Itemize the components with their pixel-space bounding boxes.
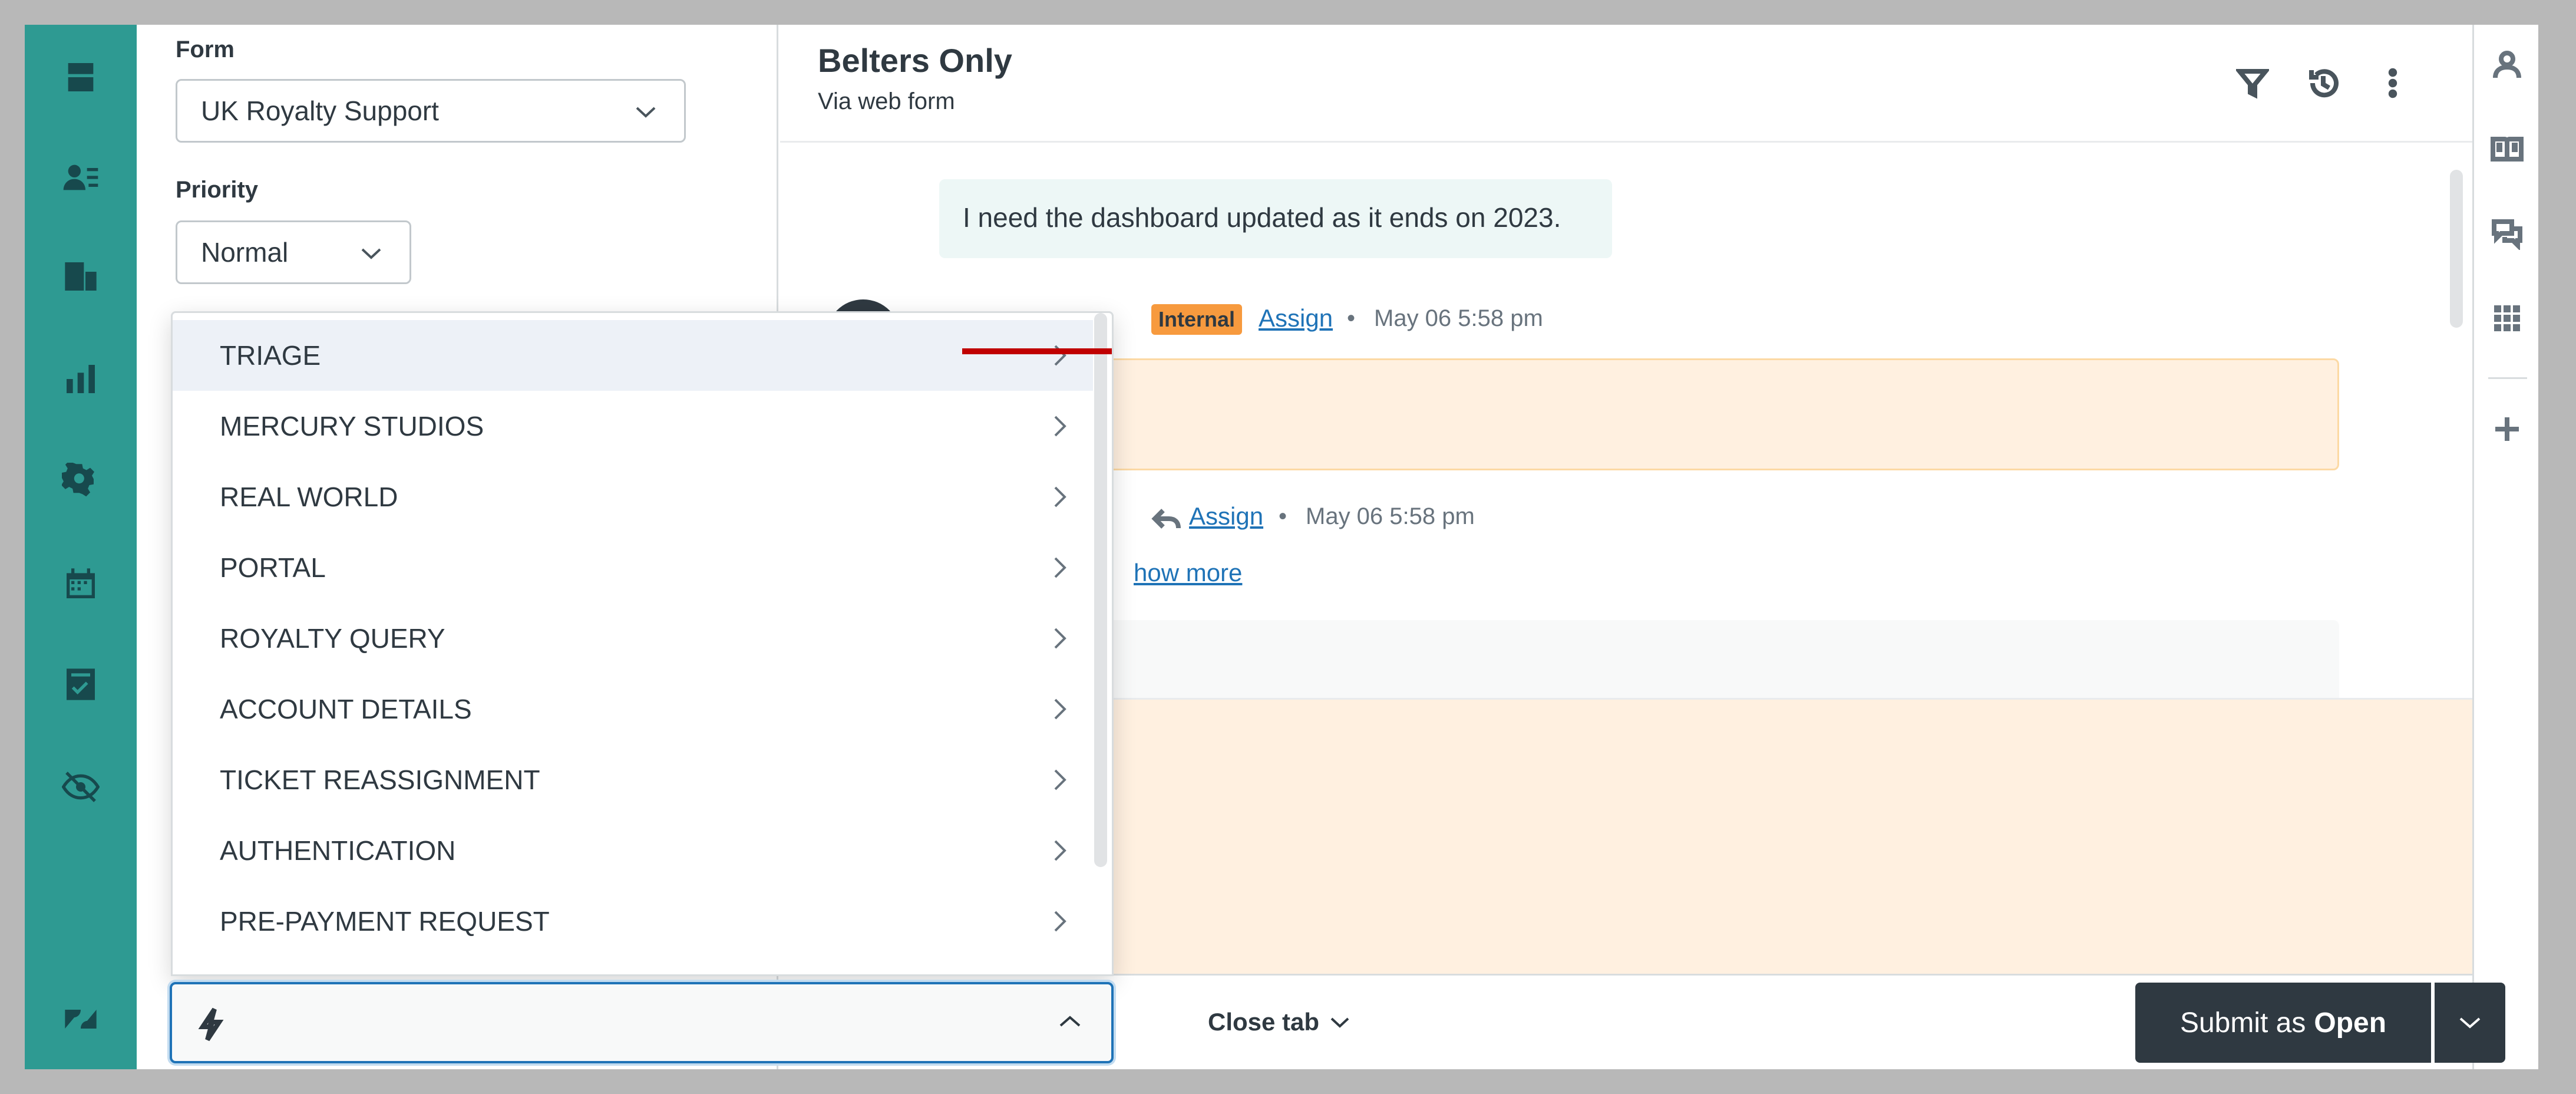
- event-timestamp: May 06 5:58 pm: [1374, 305, 1543, 331]
- chevron-down-icon: [361, 248, 381, 259]
- history-icon[interactable]: [2301, 61, 2345, 105]
- form-select-value: UK Royalty Support: [201, 95, 439, 126]
- customers-icon[interactable]: [59, 156, 103, 199]
- assign-link[interactable]: Assign: [1259, 304, 1333, 332]
- internal-note: [1081, 358, 2339, 470]
- calendar-icon[interactable]: [59, 562, 103, 606]
- sidebar-divider: [2488, 377, 2527, 379]
- menu-item-label: MERCURY STUDIOS: [220, 411, 484, 441]
- screenshot-frame: Form UK Royalty Support Priority Normal …: [0, 0, 2576, 1094]
- menu-item-label: REAL WORLD: [220, 482, 398, 512]
- chevron-down-icon: [2459, 1017, 2481, 1029]
- customer-message-bubble: I need the dashboard updated as it ends …: [939, 179, 1612, 258]
- menu-item-label: TICKET REASSIGNMENT: [220, 765, 540, 795]
- menu-item-label: TRIAGE: [220, 340, 321, 371]
- user-icon[interactable]: [2488, 46, 2526, 84]
- menu-item-mercury-studios[interactable]: MERCURY STUDIOS: [173, 391, 1093, 462]
- filter-icon[interactable]: [2231, 61, 2274, 105]
- menu-item-label: PORTAL: [220, 552, 326, 583]
- menu-item-ticket-reassignment[interactable]: TICKET REASSIGNMENT: [173, 744, 1093, 815]
- reporting-icon[interactable]: [59, 357, 103, 401]
- menu-scrollbar[interactable]: [1094, 313, 1107, 867]
- message-body: [1081, 620, 2339, 703]
- close-tab-label: Close tab: [1208, 1008, 1320, 1036]
- chevron-up-icon[interactable]: [1058, 1013, 1082, 1030]
- menu-item-triage[interactable]: TRIAGE: [173, 320, 1093, 391]
- menu-item-label: PRE-PAYMENT REQUEST: [220, 906, 550, 937]
- menu-item-label: AUTHENTICATION: [220, 835, 456, 866]
- annotation-arrow-icon: [962, 348, 1112, 354]
- ticket-header: Belters Only Via web form: [780, 25, 2472, 143]
- menu-item-label: ACCOUNT DETAILS: [220, 694, 472, 724]
- context-sidebar: [2472, 25, 2538, 1069]
- ticket-channel: Via web form: [818, 88, 955, 114]
- chevron-down-icon: [1330, 1017, 1349, 1028]
- chevron-right-icon: [1054, 840, 1066, 861]
- form-select[interactable]: UK Royalty Support: [176, 79, 686, 143]
- apply-macro-field[interactable]: [170, 982, 1114, 1063]
- chevron-right-icon: [1054, 486, 1066, 508]
- submit-button[interactable]: Submit as Open: [2135, 983, 2431, 1063]
- knowledge-book-icon[interactable]: [2488, 131, 2526, 169]
- menu-item-account-details[interactable]: ACCOUNT DETAILS: [173, 674, 1093, 744]
- more-options-icon[interactable]: [2371, 61, 2415, 105]
- hidden-eye-icon[interactable]: [59, 765, 103, 809]
- chevron-down-icon: [636, 107, 656, 118]
- form-label: Form: [176, 37, 235, 62]
- left-nav: [25, 25, 137, 1069]
- agent-workspace: Form UK Royalty Support Priority Normal …: [25, 25, 2538, 1069]
- chevron-right-icon: [1054, 911, 1066, 932]
- reply-icon: [1151, 506, 1182, 534]
- submit-status: Open: [2314, 1007, 2387, 1039]
- chevron-right-icon: [1054, 628, 1066, 649]
- menu-item-pre-payment-request[interactable]: PRE-PAYMENT REQUEST: [173, 886, 1093, 957]
- menu-item-royalty-query[interactable]: ROYALTY QUERY: [173, 603, 1093, 674]
- separator-dot: •: [1347, 305, 1356, 331]
- priority-select-value: Normal: [201, 237, 289, 268]
- inbox-icon[interactable]: [59, 55, 103, 99]
- internal-badge: Internal: [1151, 304, 1243, 335]
- chevron-right-icon: [1054, 698, 1066, 720]
- submit-prefix: Submit as: [2179, 1007, 2306, 1039]
- event-timestamp: May 06 5:58 pm: [1306, 503, 1475, 529]
- chevron-right-icon: [1054, 769, 1066, 790]
- menu-item-authentication[interactable]: AUTHENTICATION: [173, 815, 1093, 886]
- ticket-title: Belters Only: [818, 42, 1012, 79]
- macro-menu: TRIAGE MERCURY STUDIOS REAL WORLD PORTAL…: [171, 311, 1114, 976]
- add-icon[interactable]: [2488, 410, 2526, 448]
- conversation-scrollbar[interactable]: [2450, 170, 2463, 328]
- menu-item-real-world[interactable]: REAL WORLD: [173, 462, 1093, 532]
- organizations-icon[interactable]: [59, 255, 103, 298]
- chevron-right-icon: [1054, 416, 1066, 437]
- chevron-right-icon: [1054, 557, 1066, 578]
- separator-dot: •: [1279, 503, 1287, 529]
- zendesk-logo-icon[interactable]: [59, 997, 103, 1041]
- settings-icon[interactable]: [59, 460, 103, 503]
- checklist-icon[interactable]: [59, 663, 103, 706]
- show-more-link[interactable]: how more: [1134, 559, 1242, 587]
- submit-options-button[interactable]: [2435, 983, 2505, 1063]
- priority-label: Priority: [176, 177, 259, 203]
- assign-link[interactable]: Assign: [1189, 502, 1263, 530]
- close-tab-button[interactable]: Close tab: [1208, 1008, 1350, 1036]
- lightning-bolt-icon: [198, 1007, 224, 1042]
- menu-item-portal[interactable]: PORTAL: [173, 532, 1093, 603]
- menu-item-label: ROYALTY QUERY: [220, 623, 445, 654]
- apps-grid-icon[interactable]: [2488, 299, 2526, 337]
- conversations-icon[interactable]: [2488, 215, 2526, 252]
- priority-select[interactable]: Normal: [176, 220, 411, 284]
